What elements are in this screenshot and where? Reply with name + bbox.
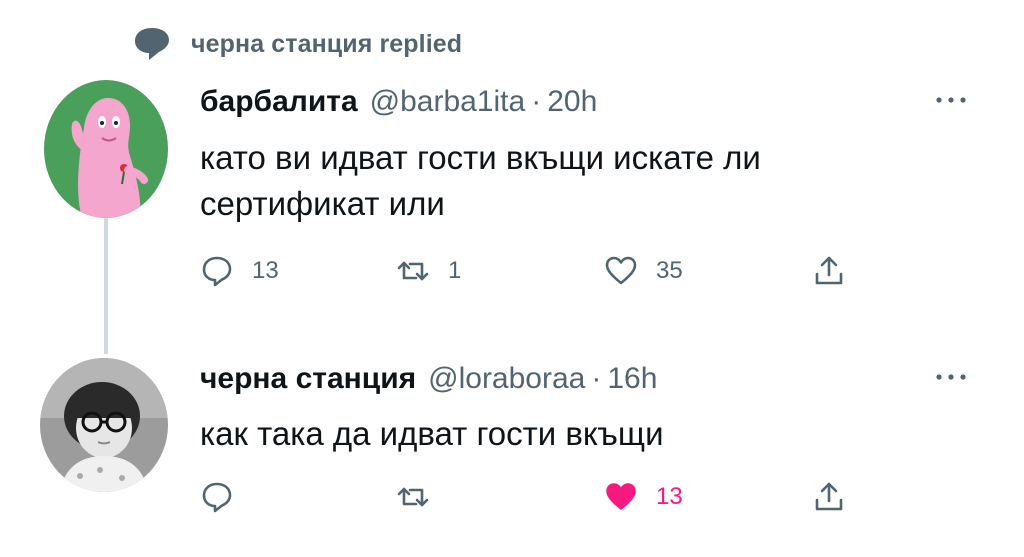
username[interactable]: @barba1ita: [370, 85, 526, 119]
share-button[interactable]: [812, 476, 846, 518]
tweet-text: как така да идват гости вкъщи: [200, 411, 664, 457]
like-count: 13: [656, 483, 683, 510]
share-icon: [815, 482, 843, 511]
girl-with-glasses-avatar: [40, 358, 168, 492]
display-name[interactable]: черна станция: [200, 362, 416, 396]
tweet-header: черна станция @loraboraa · 16h: [200, 362, 657, 396]
like-button[interactable]: 13: [604, 476, 683, 518]
reply-count: 13: [252, 257, 279, 284]
reply-context-text[interactable]: черна станция replied: [191, 30, 462, 59]
heart-filled-icon: [606, 483, 636, 510]
reply-icon: [202, 482, 232, 513]
like-count: 35: [656, 257, 683, 284]
retweet-icon: [397, 487, 429, 507]
tweet-header: барбалита @barba1ita · 20h: [200, 85, 597, 119]
retweet-button[interactable]: [396, 476, 430, 518]
tweet-text-line: сертификат или: [200, 185, 445, 222]
share-icon: [815, 256, 843, 285]
speech-bubble-icon: [135, 28, 169, 60]
retweet-icon: [397, 261, 429, 281]
retweet-button[interactable]: 1: [396, 250, 461, 292]
more-options-icon[interactable]: [931, 367, 971, 387]
reply-button[interactable]: [200, 476, 234, 518]
thread-connector: [104, 218, 108, 354]
retweet-count: 1: [448, 257, 462, 284]
tweet-text-line: като ви идват гости вкъщи искате ли: [200, 139, 761, 176]
timestamp[interactable]: 16h: [607, 362, 657, 396]
share-button[interactable]: [812, 250, 846, 292]
more-options-icon[interactable]: [931, 90, 971, 110]
separator-dot: ·: [591, 362, 602, 395]
reply-button[interactable]: 13: [200, 250, 279, 292]
tweet-text-line: как така да идват гости вкъщи: [200, 415, 664, 452]
username[interactable]: @loraboraa: [428, 362, 585, 396]
reply-icon: [202, 256, 232, 287]
reply-context: черна станция replied: [133, 24, 462, 64]
avatar[interactable]: [40, 358, 168, 492]
tweet-text: като ви идват гости вкъщи искате ли серт…: [200, 135, 761, 227]
display-name[interactable]: барбалита: [200, 85, 358, 119]
tweet-actions: 13 1 35: [200, 250, 880, 292]
heart-icon: [605, 256, 637, 285]
tweet-actions: 13: [200, 476, 880, 518]
timestamp[interactable]: 20h: [547, 85, 597, 119]
like-button[interactable]: 35: [604, 250, 683, 292]
separator-dot: ·: [531, 85, 542, 118]
barbapapa-avatar: [44, 80, 168, 218]
avatar[interactable]: [44, 80, 168, 218]
